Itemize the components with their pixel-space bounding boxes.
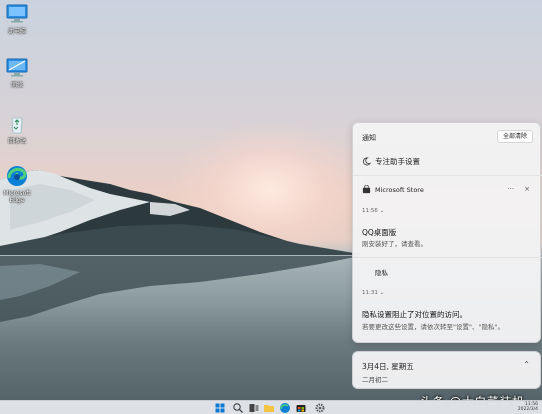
edge-icon[interactable] xyxy=(279,402,291,414)
chevron-down-icon[interactable]: ⌄ xyxy=(380,290,385,296)
notification-group-privacy: 隐私 xyxy=(375,269,388,277)
store-icon[interactable] xyxy=(295,402,307,414)
more-options-icon[interactable]: ··· xyxy=(507,185,514,193)
calendar-date[interactable]: 3月4日, 星期五 xyxy=(362,361,414,372)
close-icon[interactable]: × xyxy=(524,185,530,193)
app-name: Microsoft Store xyxy=(375,185,424,194)
divider xyxy=(353,257,542,258)
search-icon[interactable] xyxy=(232,402,244,414)
desktop-icon-recycle-bin[interactable]: 回收站 xyxy=(0,112,39,145)
focus-assist-label: 专注助手设置 xyxy=(375,157,420,166)
notification-title[interactable]: 隐私设置阻止了对位置的访问。 xyxy=(362,309,467,320)
desktop-icon-label: 网络 xyxy=(10,82,23,89)
clock-date: 2022/3/4 xyxy=(517,407,538,412)
desktop: 此电脑 网络 回收站 Microsoft Edge 通知 全部清除 专注助手设置… xyxy=(0,0,542,414)
notification-center-title: 通知 xyxy=(362,134,376,142)
time-text: 11:56 xyxy=(362,208,378,214)
moon-icon xyxy=(362,157,371,166)
time-text: 11:31 xyxy=(362,290,378,296)
desktop-icon-label: Microsoft Edge xyxy=(3,190,31,204)
notification-time: 11:31 ⌄ xyxy=(362,290,384,296)
settings-icon[interactable] xyxy=(314,402,326,414)
desktop-icon-edge[interactable]: Microsoft Edge xyxy=(0,164,39,204)
taskbar: 11:56 2022/3/4 xyxy=(0,400,542,414)
calendar-flyout: 3月4日, 星期五 二月初二 ⌃ xyxy=(352,351,541,389)
file-explorer-icon[interactable] xyxy=(263,402,275,414)
desktop-icon-label: 此电脑 xyxy=(7,28,26,35)
desktop-icon-network[interactable]: 网络 xyxy=(0,56,39,89)
wallpaper-reflection xyxy=(0,256,360,322)
notification-group-actions: ··· × xyxy=(507,185,530,193)
network-icon xyxy=(6,58,28,77)
computer-icon xyxy=(6,4,28,23)
wallpaper-mountain xyxy=(0,170,360,260)
taskbar-clock[interactable]: 11:56 2022/3/4 xyxy=(518,402,538,412)
notification-body: 刚安装好了，请查看。 xyxy=(362,240,427,248)
desktop-icon-this-pc[interactable]: 此电脑 xyxy=(0,2,39,35)
edge-icon xyxy=(7,166,27,186)
clear-all-button[interactable]: 全部清除 xyxy=(496,130,533,143)
calendar-lunar-date: 二月初二 xyxy=(362,376,388,384)
notification-title[interactable]: QQ桌面版 xyxy=(362,227,396,238)
divider xyxy=(353,175,542,176)
notification-center: 通知 全部清除 专注助手设置 Microsoft Store ··· × 11:… xyxy=(352,122,542,343)
notification-body: 若要更改这些设置，请依次转至"设置"、"隐私"。 xyxy=(362,323,504,331)
chevron-up-icon[interactable]: ⌃ xyxy=(523,360,530,369)
chevron-down-icon[interactable]: ⌄ xyxy=(380,208,385,214)
recycle-bin-icon xyxy=(11,117,23,134)
store-icon xyxy=(362,185,371,194)
focus-assist-settings-link[interactable]: 专注助手设置 xyxy=(362,156,420,167)
notification-time: 11:56 ⌄ xyxy=(362,208,384,214)
notification-group-header: Microsoft Store xyxy=(362,185,424,194)
start-icon[interactable] xyxy=(214,402,226,414)
task-view-icon[interactable] xyxy=(248,402,260,414)
desktop-icon-label: 回收站 xyxy=(7,138,26,145)
